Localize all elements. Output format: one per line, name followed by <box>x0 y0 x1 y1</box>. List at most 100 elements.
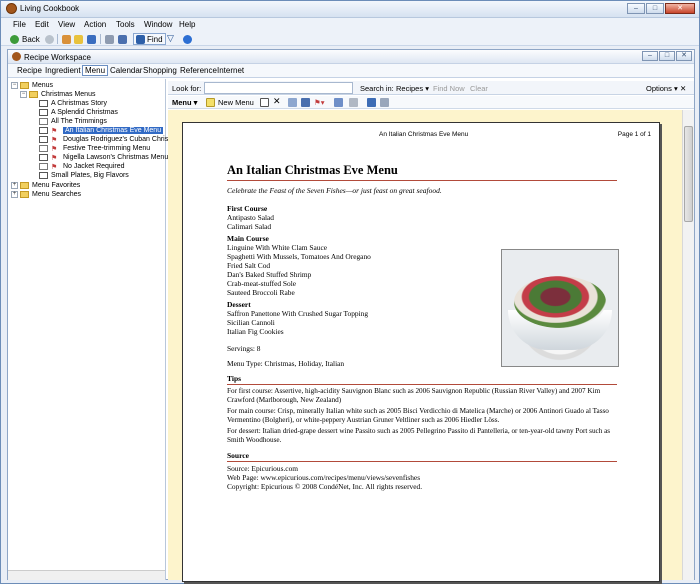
expand-toggle[interactable]: + <box>11 191 18 198</box>
flag-dropdown-icon[interactable]: ⚑▾ <box>314 98 325 107</box>
recipe-subtitle: Celebrate the Feast of the Seven Fishes—… <box>227 186 442 195</box>
menu-page-icon <box>39 145 48 152</box>
printer-icon[interactable] <box>349 98 358 107</box>
red-flag-icon: ⚑ <box>51 127 58 135</box>
search-input[interactable] <box>204 82 353 94</box>
folder-icon[interactable] <box>74 35 83 44</box>
forward-arrow-icon[interactable] <box>45 35 54 44</box>
menu-edit[interactable]: Edit <box>35 20 49 29</box>
recipe-workspace: Recipe Workspace – □ ✕ Recipe Ingredient… <box>7 49 695 582</box>
menu-action[interactable]: Action <box>84 20 106 29</box>
scrollbar-thumb[interactable] <box>684 126 693 222</box>
tree-node-menus[interactable]: Menus <box>20 81 53 90</box>
tree-label: Nigella Lawson's Christmas Menu <box>63 154 169 161</box>
workspace-minimize-button[interactable]: – <box>642 51 658 61</box>
tree-item[interactable]: A Christmas Story <box>39 99 107 108</box>
menu-detail-panel: Look for: Search in: Recipes ▾ Find Now … <box>168 79 694 582</box>
filter-icon[interactable]: ▽ <box>167 33 174 44</box>
workspace-maximize-button[interactable]: □ <box>659 51 675 61</box>
web-page-text: Web Page: www.epicurious.com/recipes/men… <box>227 473 421 482</box>
folder-icon <box>20 82 29 89</box>
menu-window[interactable]: Window <box>144 20 172 29</box>
tree-label: A Splendid Christmas <box>51 109 118 116</box>
red-flag-icon: ⚑ <box>51 154 58 162</box>
tab-internet[interactable]: Internet <box>216 66 245 75</box>
sort-icon[interactable] <box>301 98 310 107</box>
menu-item[interactable]: Antipasto Salad <box>227 213 617 222</box>
export-icon[interactable] <box>367 98 376 107</box>
email-icon[interactable] <box>380 98 389 107</box>
tree-item[interactable]: All The Trimmings <box>39 117 107 126</box>
tip-text: For main course: Crisp, minerally Italia… <box>227 407 609 424</box>
tree-item[interactable]: ⚑ Festive Tree-trimming Menu <box>39 144 150 153</box>
menu-tools[interactable]: Tools <box>116 20 135 29</box>
close-search-icon[interactable]: ✕ <box>680 84 686 93</box>
close-button[interactable]: ✕ <box>665 3 695 14</box>
tab-recipe[interactable]: Recipe <box>16 66 43 75</box>
tree-item[interactable]: ⚑ Douglas Rodriguez's Cuban Christ <box>39 135 170 144</box>
workspace-close-button[interactable]: ✕ <box>676 51 692 61</box>
tree-label: No Jacket Required <box>63 163 125 170</box>
tree-node-menu-searches[interactable]: Menu Searches <box>20 190 81 199</box>
menu-dropdown[interactable]: Menu ▾ <box>172 98 197 107</box>
home-icon[interactable] <box>62 35 71 44</box>
maximize-button[interactable]: □ <box>646 3 664 14</box>
collapse-toggle[interactable]: − <box>11 82 18 89</box>
edit-icon[interactable] <box>260 98 269 107</box>
menu-preview-viewer: An Italian Christmas Eve Menu Page 1 of … <box>168 110 694 582</box>
tree-label: Menu Searches <box>32 191 82 198</box>
tree-item-selected[interactable]: ⚑ An Italian Christmas Eve Menu <box>39 126 164 135</box>
sort-icon[interactable] <box>118 35 127 44</box>
workspace-title: Recipe Workspace <box>24 53 91 62</box>
tree-item[interactable]: ⚑ No Jacket Required <box>39 162 124 171</box>
menu-view[interactable]: View <box>58 20 75 29</box>
clear-button[interactable]: Clear <box>470 84 488 93</box>
search-in-select[interactable]: Recipes ▾ <box>396 84 429 93</box>
panel-icon[interactable] <box>87 35 96 44</box>
copy-icon[interactable] <box>334 98 343 107</box>
tree-node-menu-favorites[interactable]: Menu Favorites <box>20 181 80 190</box>
tree-label: Menu Favorites <box>32 182 81 189</box>
tree-node-christmas-menus[interactable]: Christmas Menus <box>29 90 95 99</box>
find-button[interactable]: Find <box>133 33 166 45</box>
app-window: Living Cookbook – □ ✕ File Edit View Act… <box>0 0 700 584</box>
find-now-button[interactable]: Find Now <box>433 84 465 93</box>
collapse-toggle[interactable]: − <box>20 91 27 98</box>
tree-item[interactable]: Small Plates, Big Flavors <box>39 171 129 180</box>
tab-reference[interactable]: Reference <box>179 66 218 75</box>
print-icon[interactable] <box>105 35 114 44</box>
menu-photo <box>501 249 619 367</box>
tree-label: Christmas Menus <box>41 91 96 98</box>
page-header-title: An Italian Christmas Eve Menu <box>379 131 469 138</box>
options-button[interactable]: Options ▾ <box>646 84 678 93</box>
tab-ingredient[interactable]: Ingredient <box>44 66 82 75</box>
back-button[interactable]: Back <box>10 34 40 44</box>
red-flag-icon: ⚑ <box>51 163 58 171</box>
print-icon[interactable] <box>288 98 297 107</box>
tree-label: Festive Tree-trimming Menu <box>63 145 151 152</box>
tab-shopping[interactable]: Shopping <box>142 66 178 75</box>
tree-item[interactable]: ⚑ Nigella Lawson's Christmas Menu <box>39 153 168 162</box>
preview-vertical-scrollbar[interactable] <box>682 110 694 580</box>
minimize-button[interactable]: – <box>627 3 645 14</box>
tip-text: For first course: Assertive, high-acidit… <box>227 387 601 404</box>
menu-book-icon <box>39 136 48 143</box>
menu-item[interactable]: Calimari Salad <box>227 222 617 231</box>
menu-file[interactable]: File <box>13 20 26 29</box>
menu-help[interactable]: Help <box>179 20 195 29</box>
seafood-salad-shape <box>514 276 606 328</box>
source-heading: Source <box>227 451 617 462</box>
tree-horizontal-scrollbar[interactable] <box>8 570 165 580</box>
new-menu-icon <box>206 98 215 107</box>
tree-item[interactable]: A Splendid Christmas <box>39 108 118 117</box>
delete-icon[interactable]: ✕ <box>273 96 281 107</box>
help-icon[interactable] <box>183 35 192 44</box>
menu-book-icon <box>39 100 48 107</box>
new-menu-button[interactable]: New Menu <box>218 98 254 107</box>
tip-text: For dessert: Italian dried-grape dessert… <box>227 427 611 444</box>
tab-calendar[interactable]: Calendar <box>109 66 143 75</box>
expand-toggle[interactable]: + <box>11 182 18 189</box>
toolbar-separator <box>57 34 58 44</box>
title-bar[interactable]: Living Cookbook – □ ✕ <box>1 1 699 18</box>
tab-menu[interactable]: Menu <box>82 65 109 76</box>
